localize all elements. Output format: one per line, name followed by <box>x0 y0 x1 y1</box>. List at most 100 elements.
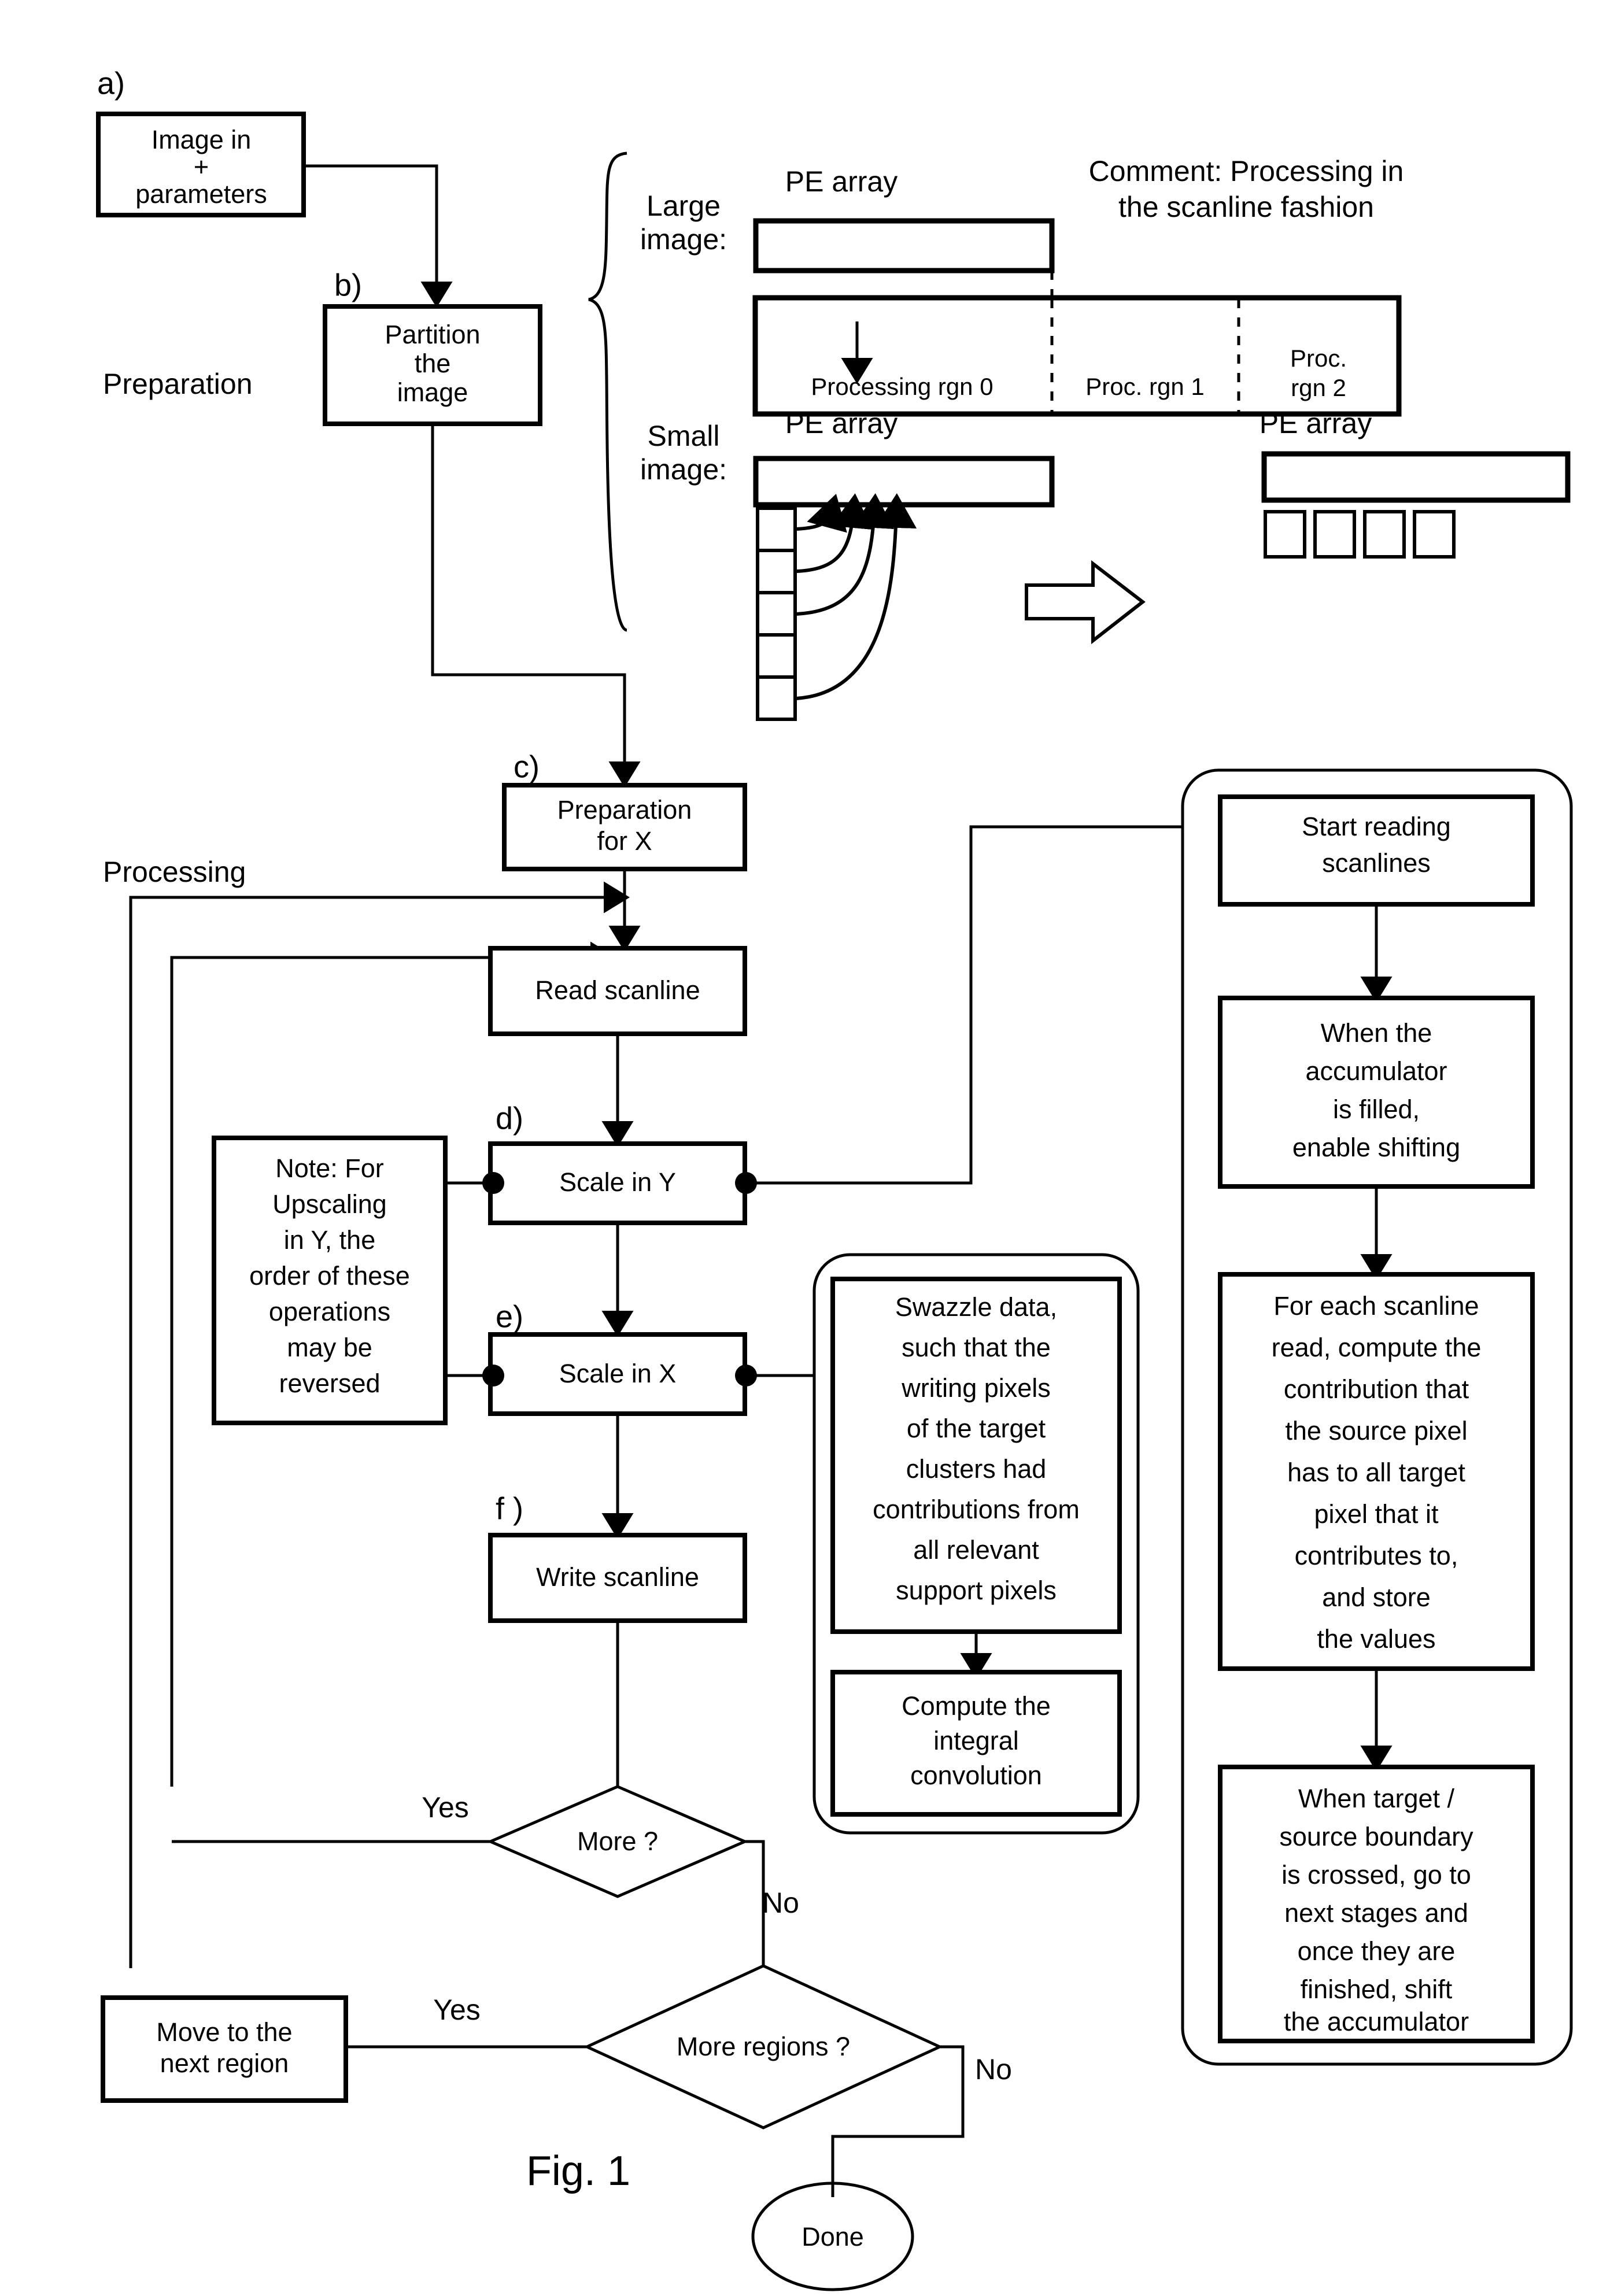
node-image-in-line-1: + <box>194 152 209 182</box>
node-note-line-5: may be <box>287 1333 372 1362</box>
node-move-next-region-line-0: Move to the <box>156 2017 292 2047</box>
node-preparation-for-x-line-0: Preparation <box>557 795 692 825</box>
inset-right-cell-3 <box>1413 510 1456 559</box>
node-scale-in-y-line-0: Scale in Y <box>559 1167 676 1197</box>
edge-partition-to-preparation-x <box>431 424 641 788</box>
node-note-line-3: order of these <box>249 1261 410 1291</box>
inset-region-0-label: Processing rgn 0 <box>811 373 993 400</box>
inset-transform-arrow-icon <box>1025 560 1146 645</box>
node-note-line-0: Note: For <box>275 1153 384 1183</box>
node-note-line-2: in Y, the <box>284 1225 376 1255</box>
node-read-scanline-line-0: Read scanline <box>535 975 700 1005</box>
inset-pe-array-label-small: PE array <box>785 407 898 439</box>
node-image-in-line-0: Image in <box>152 125 252 154</box>
node-boundary-line-1: source boundary <box>1279 1822 1473 1851</box>
node-more-regions-label: More regions ? <box>677 2032 850 2061</box>
inset-right-cell-2 <box>1363 510 1406 559</box>
inset-curved-arrow-2 <box>796 493 895 616</box>
inset-small-image-label-0: Small <box>647 420 719 452</box>
edge-more-regions-no-to-done <box>831 2045 965 2197</box>
node-foreach-line-3: the source pixel <box>1285 1416 1467 1445</box>
node-swazzle-line-3: of the target <box>907 1414 1046 1443</box>
inset-pe-array-label-large: PE array <box>785 165 898 198</box>
node-note-line-1: Upscaling <box>272 1189 387 1219</box>
node-boundary-line-3: next stages and <box>1284 1898 1468 1928</box>
step-marker-a: a) <box>97 66 125 101</box>
node-write-scanline-line-0: Write scanline <box>536 1562 699 1592</box>
inset-small-image-label-1: image: <box>640 453 727 486</box>
node-foreach-line-7: and store <box>1322 1583 1431 1612</box>
node-swazzle-line-0: Swazzle data, <box>895 1292 1057 1322</box>
node-swazzle-line-2: writing pixels <box>901 1373 1051 1403</box>
node-scale-in-x-line-0: Scale in X <box>559 1359 677 1388</box>
node-preparation-for-x-line-1: for X <box>597 826 652 856</box>
node-boundary-line-4: once they are <box>1298 1936 1456 1966</box>
inset-small-image-cell-4 <box>756 675 797 721</box>
node-swazzle-line-6: all relevant <box>913 1535 1039 1565</box>
edge-label-more-regions-no: No <box>975 2053 1012 2086</box>
node-foreach-line-8: the values <box>1317 1624 1435 1654</box>
edge-label-more-yes: Yes <box>422 1791 469 1824</box>
node-partition-line-0: Partition <box>385 320 480 349</box>
edge-scale-y-to-right-panel <box>746 825 1183 1185</box>
node-partition-line-1: the <box>415 349 451 378</box>
node-partition-line-2: image <box>397 378 468 407</box>
inset-small-image-cell-3 <box>756 633 797 679</box>
inset-region-2-label-0: Proc. <box>1290 345 1347 372</box>
inset-pe-array-bar-small <box>753 456 1055 508</box>
step-marker-b: b) <box>334 268 362 302</box>
node-boundary-line-2: is crossed, go to <box>1281 1860 1471 1890</box>
node-swazzle-line-5: contributions from <box>873 1495 1080 1524</box>
node-foreach-line-1: read, compute the <box>1272 1333 1482 1362</box>
inset-curved-arrow-3 <box>796 493 917 700</box>
edge-outer-loop-to-preparation-x <box>129 881 630 1968</box>
edge-label-more-no: No <box>762 1887 799 1919</box>
node-integral-line-1: integral <box>933 1726 1019 1755</box>
node-done-label: Done <box>802 2222 864 2251</box>
inset-region-2-label-1: rgn 2 <box>1291 374 1346 401</box>
node-boundary-line-0: When target / <box>1298 1784 1455 1813</box>
node-start-reading-line-0: Start reading <box>1302 812 1451 841</box>
inset-pe-array-bar-right <box>1261 451 1571 503</box>
node-note-line-6: reversed <box>279 1369 380 1398</box>
node-accumulator-line-0: When the <box>1321 1018 1432 1048</box>
node-integral-line-2: convolution <box>910 1761 1042 1790</box>
node-foreach-line-6: contributes to, <box>1295 1541 1458 1570</box>
node-foreach-line-0: For each scanline <box>1273 1291 1479 1321</box>
inset-right-cell-0 <box>1264 510 1306 559</box>
node-foreach-line-5: pixel that it <box>1314 1499 1439 1529</box>
inset-pe-array-bar-large <box>753 218 1055 273</box>
section-label-preparation: Preparation <box>103 368 253 400</box>
node-integral-line-0: Compute the <box>902 1691 1051 1721</box>
step-marker-f: f ) <box>496 1491 523 1526</box>
section-label-processing: Processing <box>103 856 246 888</box>
node-accumulator-line-3: enable shifting <box>1292 1133 1460 1162</box>
node-swazzle-line-7: support pixels <box>896 1576 1057 1605</box>
node-start-reading-line-1: scanlines <box>1322 848 1431 878</box>
inset-small-image-cell-0 <box>756 506 797 552</box>
step-marker-d: d) <box>496 1101 523 1136</box>
node-more-decision-label: More ? <box>577 1827 658 1856</box>
inset-comment-line-1: the scanline fashion <box>1118 191 1374 223</box>
figure-caption: Fig. 1 <box>526 2148 630 2194</box>
step-marker-c: c) <box>514 749 540 784</box>
inset-small-image-cell-1 <box>756 549 797 594</box>
node-accumulator-line-1: accumulator <box>1305 1056 1447 1086</box>
inset-comment-line-0: Comment: Processing in <box>1089 155 1404 187</box>
edge-label-more-regions-yes: Yes <box>433 1994 481 2026</box>
node-move-next-region-line-1: next region <box>160 2049 289 2078</box>
inset-pe-array-label-right: PE array <box>1260 407 1372 439</box>
node-boundary-line-6: the accumulator <box>1284 2007 1469 2036</box>
inset-region-1-label: Proc. rgn 1 <box>1085 373 1204 400</box>
edge-image-in-to-partition <box>304 164 453 308</box>
node-note-line-4: operations <box>269 1297 390 1326</box>
inset-large-image-label-0: Large <box>647 190 721 222</box>
node-swazzle-line-1: such that the <box>902 1333 1051 1362</box>
inset-large-image-label-1: image: <box>640 223 727 256</box>
patent-figure-1: Preparation Processing a) b) c) d) e) f … <box>0 0 1614 2296</box>
node-foreach-line-4: has to all target <box>1287 1458 1465 1487</box>
node-accumulator-line-2: is filled, <box>1333 1095 1420 1124</box>
step-marker-e: e) <box>496 1299 523 1334</box>
inset-curved-arrow-0 <box>796 494 847 533</box>
edge-more-no-to-more-regions <box>745 1840 765 1966</box>
